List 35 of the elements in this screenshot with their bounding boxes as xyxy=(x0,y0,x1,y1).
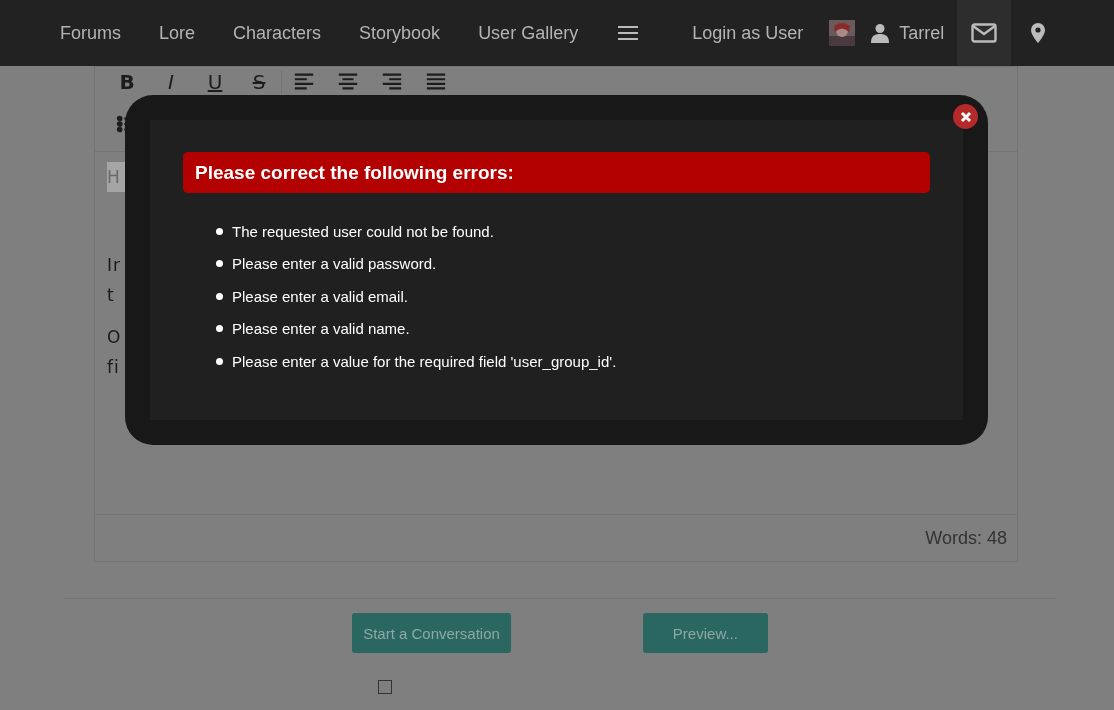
error-message: The requested user could not be found. xyxy=(216,215,930,248)
align-center-icon[interactable] xyxy=(337,71,359,93)
word-count: Words: 48 xyxy=(925,527,1007,549)
align-right-icon[interactable] xyxy=(381,71,403,93)
envelope-icon xyxy=(971,23,998,43)
nav-link[interactable]: Characters xyxy=(233,22,322,44)
format-button[interactable]: B xyxy=(105,70,149,94)
error-header: Please correct the following errors: xyxy=(183,152,930,193)
text-fragment: fi xyxy=(107,357,120,377)
nav-link[interactable]: Lore xyxy=(159,22,196,44)
user-icon xyxy=(871,23,890,43)
text-fragment: t xyxy=(107,285,115,305)
text-fragment: H xyxy=(107,167,121,187)
nav-link[interactable]: User Gallery xyxy=(478,22,579,44)
align-left-icon[interactable] xyxy=(293,71,315,93)
map-pin-icon xyxy=(1031,23,1046,43)
mail-button[interactable] xyxy=(957,0,1012,66)
checkbox[interactable] xyxy=(378,680,392,694)
login-link[interactable]: Login as User xyxy=(692,22,804,44)
text-fragment: Ir xyxy=(107,255,121,275)
menu-icon[interactable] xyxy=(618,26,639,40)
format-button[interactable]: U xyxy=(193,70,237,94)
format-button[interactable]: I xyxy=(149,70,193,94)
align-justify-icon[interactable] xyxy=(425,71,447,93)
close-icon xyxy=(959,110,972,123)
text-fragment: O xyxy=(107,327,122,347)
nav-link[interactable]: Storybook xyxy=(359,22,441,44)
error-message: Please enter a valid email. xyxy=(216,280,930,313)
error-message: Please enter a value for the required field 'user_group_id'. xyxy=(216,345,930,378)
format-button[interactable]: S xyxy=(237,70,281,94)
nav-link[interactable]: Forums xyxy=(60,22,121,44)
user-link[interactable]: Tarrel xyxy=(899,22,945,44)
error-message: Please enter a valid password. xyxy=(216,247,930,280)
error-message: Please enter a valid name. xyxy=(216,312,930,345)
close-button[interactable] xyxy=(953,104,978,129)
